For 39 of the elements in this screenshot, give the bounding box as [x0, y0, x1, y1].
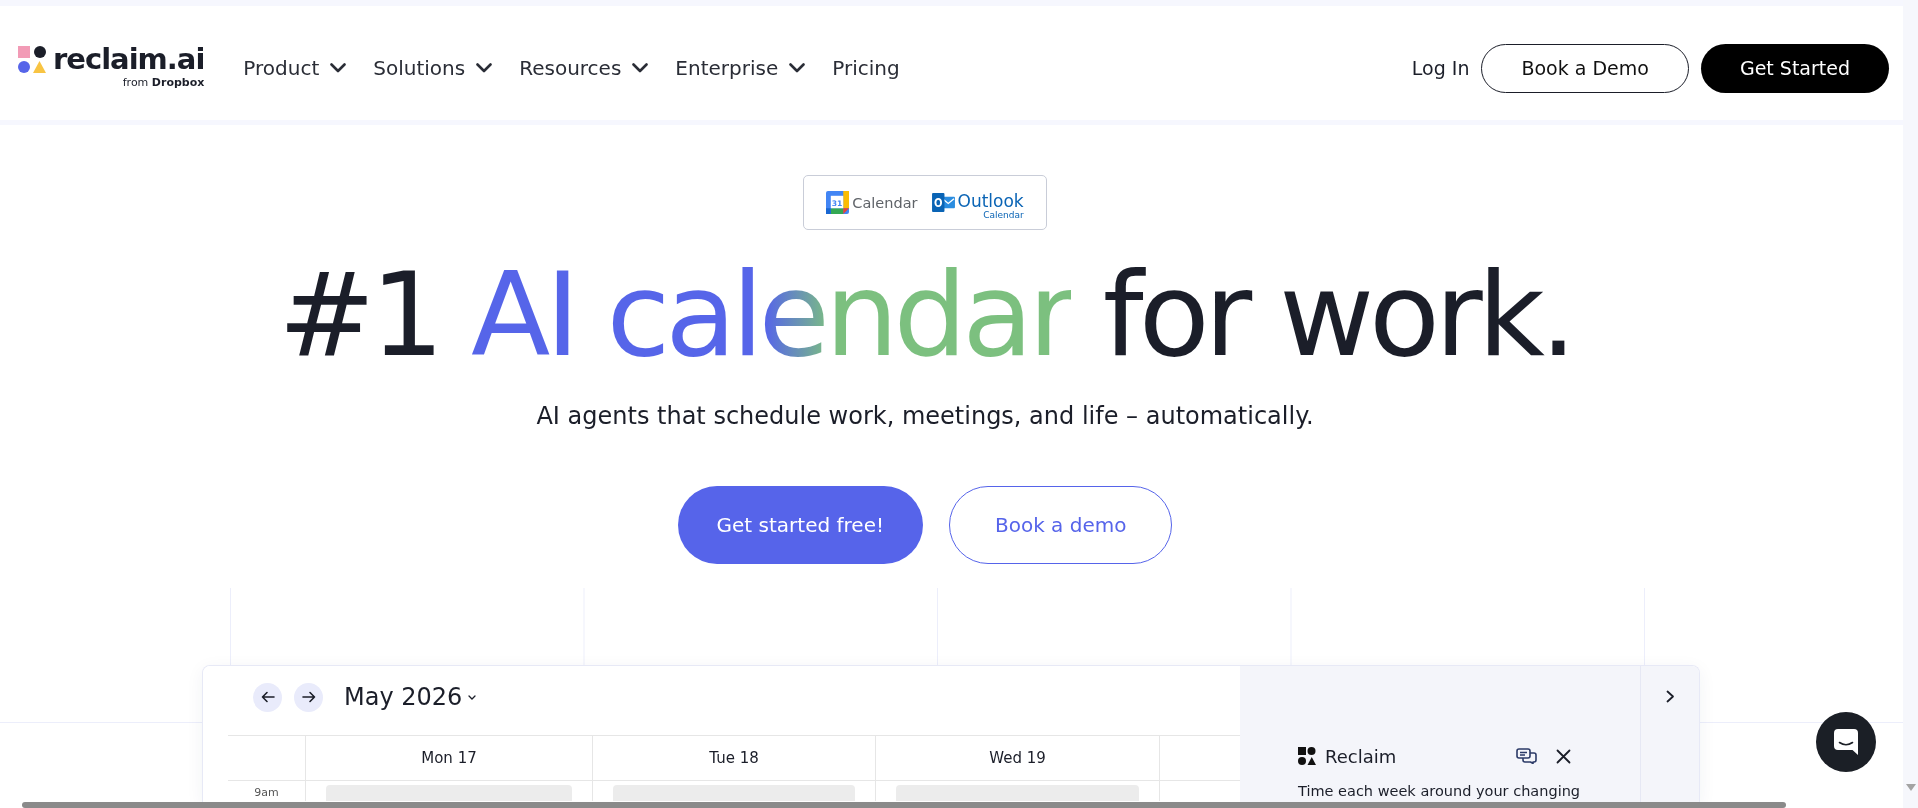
logo-wordmark: reclaim.ai — [53, 44, 205, 74]
chevron-right-icon — [1665, 690, 1675, 703]
get-started-free-button[interactable]: Get started free! — [677, 486, 923, 564]
google-calendar-icon: 31 — [826, 191, 850, 214]
shapes-logo-icon — [1298, 747, 1316, 765]
book-demo-button[interactable]: Book a demo — [948, 486, 1173, 564]
nav-link[interactable]: Pricing — [832, 56, 900, 80]
nav-menu-button[interactable]: Solutions — [373, 56, 493, 80]
panel-message: Time each week around your changing — [1298, 783, 1582, 799]
scrollbar-track[interactable] — [1903, 0, 1918, 808]
month-picker[interactable]: May 2026 — [344, 682, 477, 712]
side-panel-toggle[interactable] — [1640, 666, 1699, 802]
get-started-button[interactable]: Get Started — [1700, 43, 1889, 93]
day-header: Mon 17 — [306, 736, 593, 780]
chat-bubbles-icon[interactable] — [1516, 748, 1537, 764]
integration-sublabel: Calendar — [983, 209, 1024, 220]
nav-menu-button[interactable]: Resources — [519, 56, 649, 80]
logo-tagline: from Dropbox — [122, 76, 205, 90]
integration-label: Outlook — [957, 191, 1024, 210]
close-icon[interactable] — [1556, 748, 1571, 764]
arrow-right-icon — [301, 691, 316, 703]
day-header: Tue 18 — [593, 736, 876, 780]
integration-label: Calendar — [852, 194, 918, 211]
panel-title: Reclaim — [1325, 745, 1397, 767]
time-label: 9am — [254, 786, 279, 801]
outlook-icon — [931, 192, 955, 213]
logo-icon — [18, 46, 46, 73]
nav-menu-button[interactable]: Enterprise — [675, 56, 806, 80]
arrow-left-icon — [260, 691, 275, 703]
scrollbar-thumb[interactable] — [22, 802, 1786, 808]
day-header: Wed 19 — [876, 736, 1160, 780]
chat-bubble-icon — [1834, 729, 1858, 755]
previous-week-button[interactable] — [253, 682, 282, 712]
caret-down-icon — [468, 694, 477, 700]
next-week-button[interactable] — [294, 682, 323, 712]
log-in-link[interactable]: Log In — [1411, 57, 1470, 79]
nav-menu-button[interactable]: Product — [243, 56, 347, 80]
hero-subtitle: AI agents that schedule work, meetings, and life – automatically. — [536, 401, 1314, 431]
book-demo-button[interactable]: Book a Demo — [1481, 43, 1689, 93]
